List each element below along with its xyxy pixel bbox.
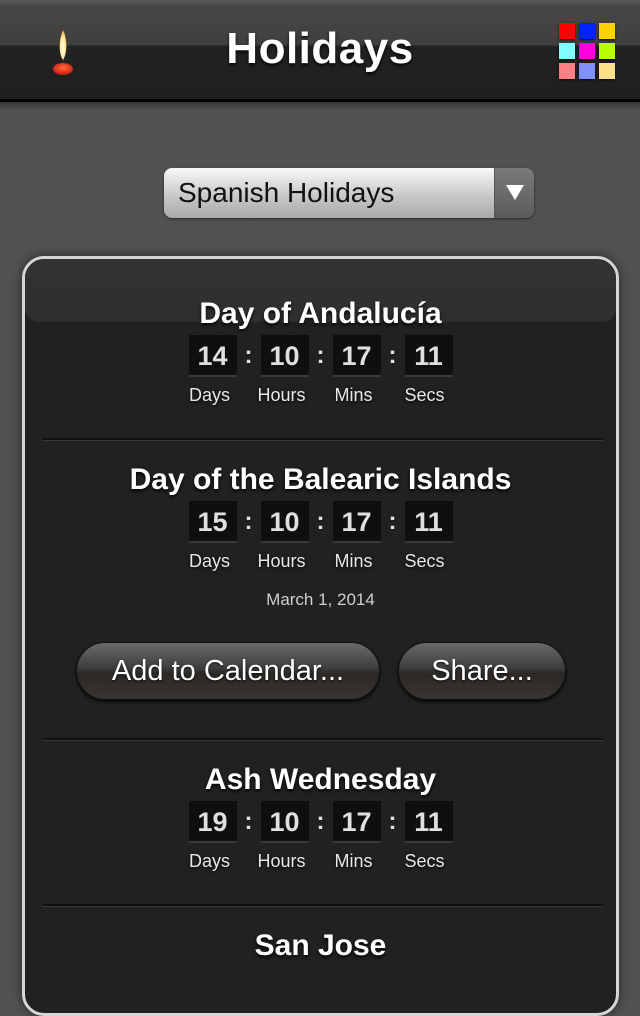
divider <box>42 738 603 741</box>
holiday-date: March 1, 2014 <box>266 590 375 609</box>
dropdown-button[interactable] <box>494 168 534 218</box>
label-hours: Hours <box>257 851 306 871</box>
label-mins: Mins <box>334 851 373 871</box>
divider <box>42 438 603 441</box>
navbar-shadow <box>0 102 640 110</box>
app-title: Holidays <box>226 24 414 73</box>
countdown-secs: 11 <box>404 801 453 843</box>
countdown-separator: : <box>244 808 253 835</box>
palette-swatch <box>559 63 575 79</box>
countdown-mins: 17 <box>332 501 381 543</box>
divider <box>42 904 603 907</box>
countdown-hours: 10 <box>260 501 309 543</box>
palette-swatch <box>559 43 575 59</box>
add-to-calendar-button[interactable]: Add to Calendar... <box>76 642 380 700</box>
countdown-separator: : <box>388 342 397 369</box>
label-secs: Secs <box>404 851 445 871</box>
palette-swatch <box>599 63 615 79</box>
countdown-mins: 17 <box>332 801 381 843</box>
palette-swatch <box>579 63 595 79</box>
countdown-separator: : <box>388 808 397 835</box>
holiday-item[interactable]: Ash Wednesday 19 : 10 : 17 : 11 Days Hou… <box>25 763 616 872</box>
label-mins: Mins <box>334 385 373 405</box>
holiday-list-panel: Day of Andalucía 14 : 10 : 17 : 11 Days … <box>22 256 619 1016</box>
countdown-secs: 11 <box>404 335 453 377</box>
countdown-labels: Days Hours Mins Secs <box>25 385 616 406</box>
countdown-separator: : <box>244 342 253 369</box>
countdown-secs: 11 <box>404 501 453 543</box>
countdown-labels: Days Hours Mins Secs <box>25 551 616 572</box>
label-secs: Secs <box>404 551 445 571</box>
countdown-days: 15 <box>188 501 237 543</box>
label-hours: Hours <box>257 385 306 405</box>
holiday-set-dropdown[interactable]: Spanish Holidays <box>164 168 534 218</box>
countdown-separator: : <box>316 808 325 835</box>
countdown-separator: : <box>244 508 253 535</box>
countdown-labels: Days Hours Mins Secs <box>25 851 616 872</box>
countdown-separator: : <box>316 342 325 369</box>
countdown-days: 14 <box>188 335 237 377</box>
dropdown-arrow-icon <box>506 185 524 200</box>
label-hours: Hours <box>257 551 306 571</box>
palette-swatch <box>559 23 575 39</box>
countdown-hours: 10 <box>260 801 309 843</box>
countdown-separator: : <box>388 508 397 535</box>
countdown-separator: : <box>316 508 325 535</box>
share-button[interactable]: Share... <box>398 642 566 700</box>
countdown: 14 : 10 : 17 : 11 <box>25 335 616 377</box>
label-secs: Secs <box>404 385 445 405</box>
holiday-name: Day of the Balearic Islands <box>129 463 512 496</box>
countdown: 19 : 10 : 17 : 11 <box>25 801 616 843</box>
label-days: Days <box>188 551 230 571</box>
holiday-name: Ash Wednesday <box>204 763 437 796</box>
countdown-days: 19 <box>188 801 237 843</box>
holiday-item[interactable]: San Jose <box>25 929 616 963</box>
label-days: Days <box>188 851 230 871</box>
palette-swatch <box>579 23 595 39</box>
holiday-item[interactable]: Day of Andalucía 14 : 10 : 17 : 11 Days … <box>25 297 616 406</box>
label-days: Days <box>188 385 230 405</box>
holiday-name: San Jose <box>254 929 387 962</box>
dropdown-value: Spanish Holidays <box>164 168 494 218</box>
countdown-hours: 10 <box>260 335 309 377</box>
label-mins: Mins <box>334 551 373 571</box>
navigation-bar: Holidays <box>0 0 640 102</box>
countdown-mins: 17 <box>332 335 381 377</box>
palette-swatch <box>579 43 595 59</box>
palette-swatch <box>599 43 615 59</box>
holiday-name: Day of Andalucía <box>199 297 442 330</box>
color-palette-icon[interactable] <box>559 23 617 81</box>
countdown: 15 : 10 : 17 : 11 <box>25 501 616 543</box>
palette-swatch <box>599 23 615 39</box>
holiday-item-expanded[interactable]: Day of the Balearic Islands 15 : 10 : 17… <box>25 463 616 610</box>
